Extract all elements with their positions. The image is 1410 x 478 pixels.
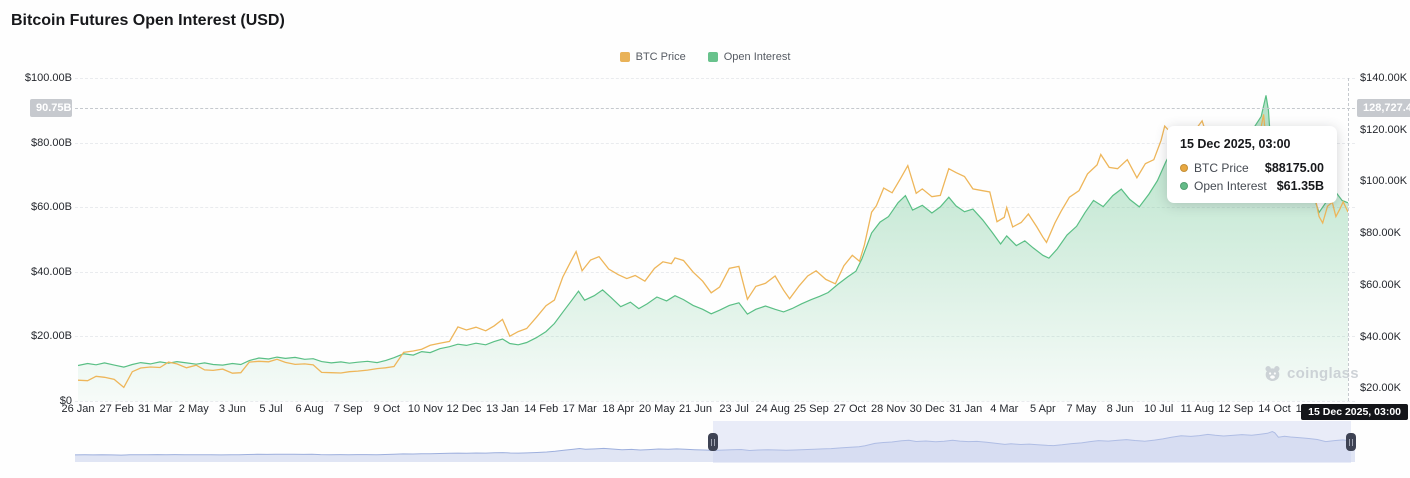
gridline <box>75 401 1355 402</box>
right-axis-crosshair-badge: 128,727.42 <box>1357 99 1410 117</box>
x-axis-tick-label: 12 Sep <box>1218 403 1253 415</box>
x-axis-tick-label: 27 Oct <box>834 403 866 415</box>
open-interest-dot-icon <box>1180 182 1188 190</box>
x-axis-tick-label: 9 Oct <box>374 403 400 415</box>
x-axis-tick-label: 11 Aug <box>1181 403 1214 415</box>
x-axis-tick-label: 7 May <box>1066 403 1096 415</box>
x-axis-tick-label: 8 Jun <box>1107 403 1134 415</box>
right-axis-tick-label: $20.00K <box>1360 382 1401 394</box>
x-axis-tick-label: 31 Jan <box>949 403 982 415</box>
left-axis-tick-label: $20.00B <box>2 330 72 342</box>
page-title: Bitcoin Futures Open Interest (USD) <box>11 12 285 30</box>
right-axis-tick-label: $60.00K <box>1360 279 1401 291</box>
legend-item-open-interest[interactable]: Open Interest <box>708 51 791 63</box>
x-axis-tick-label: 3 Jun <box>219 403 246 415</box>
x-axis-tick-label: 17 Mar <box>563 403 597 415</box>
legend-item-btc-price[interactable]: BTC Price <box>620 51 686 63</box>
x-axis-tick-label: 5 Apr <box>1030 403 1056 415</box>
crosshair-horizontal-line <box>75 108 1355 109</box>
main-plot[interactable] <box>78 78 1348 401</box>
navigator-left-handle[interactable] <box>708 433 718 451</box>
x-axis-tick-label: 28 Nov <box>871 403 906 415</box>
legend-label: Open Interest <box>724 51 791 63</box>
btc-price-dot-icon <box>1180 164 1188 172</box>
btc-price-swatch-icon <box>620 52 630 62</box>
chart-tooltip: 15 Dec 2025, 03:00 BTC Price $88175.00 O… <box>1167 126 1337 203</box>
open-interest-area <box>78 95 1348 401</box>
tooltip-series-value: $88175.00 <box>1265 161 1324 175</box>
x-axis-tick-label: 4 Mar <box>990 403 1018 415</box>
crosshair-vertical-line <box>1348 78 1349 401</box>
x-axis-tick-label: 6 Aug <box>295 403 323 415</box>
x-axis-tick-label: 10 Nov <box>408 403 443 415</box>
navigator-right-handle[interactable] <box>1346 433 1356 451</box>
bitcoin-futures-open-interest-chart: Bitcoin Futures Open Interest (USD) BTC … <box>0 0 1410 478</box>
x-axis-tick-label: 10 Jul <box>1144 403 1173 415</box>
left-axis-tick-label: $60.00B <box>2 201 72 213</box>
x-axis-tick-label: 13 Jan <box>486 403 519 415</box>
coinglass-logo-icon <box>1263 364 1282 383</box>
legend-label: BTC Price <box>636 51 686 63</box>
left-axis-crosshair-badge: 90.75B <box>30 99 72 117</box>
left-axis-tick-label: $40.00B <box>2 266 72 278</box>
tooltip-series-value: $61.35B <box>1277 179 1324 193</box>
x-axis-tick-label: 20 May <box>639 403 675 415</box>
x-axis-tick-label: 25 Sep <box>794 403 829 415</box>
right-axis-tick-label: $120.00K <box>1360 124 1407 136</box>
tooltip-series-name: BTC Price <box>1194 161 1249 175</box>
tooltip-series-name: Open Interest <box>1194 179 1267 193</box>
tooltip-row-open-interest: Open Interest $61.35B <box>1180 179 1324 193</box>
x-axis-tick-label: 23 Jul <box>719 403 748 415</box>
x-axis-tick-label: 2 May <box>179 403 209 415</box>
x-axis-tick-label: 21 Jun <box>679 403 712 415</box>
chart-legend: BTC Price Open Interest <box>0 51 1410 63</box>
tooltip-row-btc-price: BTC Price $88175.00 <box>1180 161 1324 175</box>
x-axis-tick-label: 31 Mar <box>138 403 172 415</box>
right-axis-tick-label: $140.00K <box>1360 72 1407 84</box>
x-axis-tick-label: 14 Feb <box>524 403 558 415</box>
right-axis-tick-label: $80.00K <box>1360 227 1401 239</box>
x-axis-tick-label: 30 Dec <box>910 403 945 415</box>
x-axis-tick-label: 14 Oct <box>1258 403 1290 415</box>
x-axis-tick-label: 27 Feb <box>99 403 133 415</box>
x-axis-tick-label: 26 Jan <box>61 403 94 415</box>
navigator-selected-range[interactable] <box>713 421 1351 463</box>
crosshair-date-badge: 15 Dec 2025, 03:00 <box>1301 404 1408 420</box>
left-axis-tick-label: $80.00B <box>2 137 72 149</box>
tooltip-date: 15 Dec 2025, 03:00 <box>1180 137 1324 151</box>
right-axis-tick-label: $100.00K <box>1360 175 1407 187</box>
x-axis-tick-label: 12 Dec <box>447 403 482 415</box>
right-axis-tick-label: $40.00K <box>1360 331 1401 343</box>
open-interest-swatch-icon <box>708 52 718 62</box>
x-axis-tick-label: 5 Jul <box>259 403 282 415</box>
x-axis-tick-label: 18 Apr <box>602 403 634 415</box>
x-axis-tick-label: 7 Sep <box>334 403 363 415</box>
x-axis-tick-label: 24 Aug <box>756 403 790 415</box>
watermark: coinglass <box>1263 364 1359 383</box>
left-axis-tick-label: $100.00B <box>2 72 72 84</box>
